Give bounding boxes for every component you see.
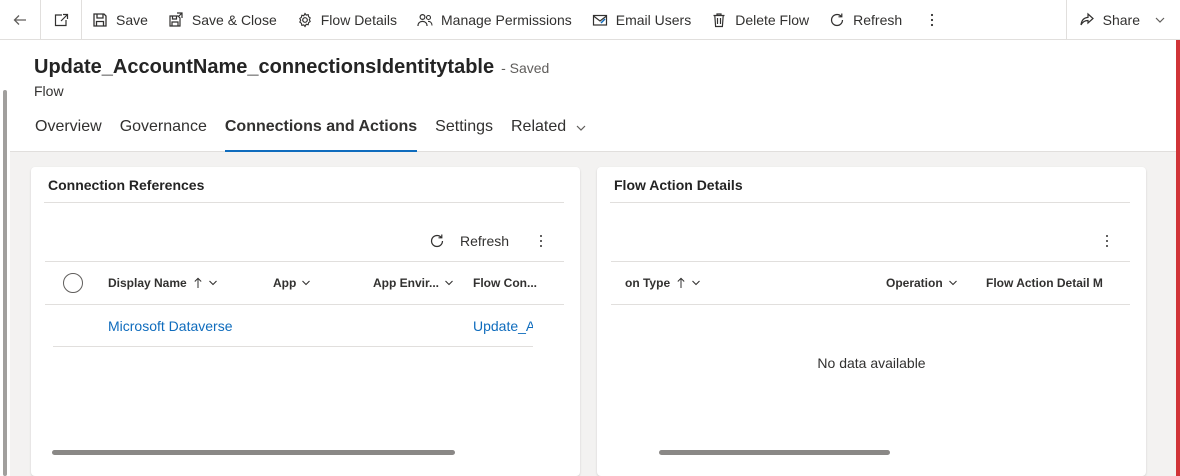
save-status: - Saved	[501, 60, 550, 76]
more-vertical-icon	[1106, 235, 1108, 247]
flow-details-button[interactable]: Flow Details	[287, 0, 407, 40]
tab-connections-and-actions[interactable]: Connections and Actions	[216, 114, 426, 152]
column-header-operation[interactable]: Operation	[886, 262, 958, 304]
tab-list: Overview Governance Connections and Acti…	[26, 114, 596, 152]
card-divider	[44, 202, 564, 203]
manage-permissions-label: Manage Permissions	[441, 11, 572, 28]
share-label: Share	[1102, 12, 1140, 28]
tab-related[interactable]: Related	[502, 114, 596, 152]
flow-connection-link[interactable]: Update_A	[473, 305, 533, 347]
tab-settings[interactable]: Settings	[426, 114, 502, 152]
delete-flow-button[interactable]: Delete Flow	[701, 0, 819, 40]
manage-permissions-button[interactable]: Manage Permissions	[407, 0, 582, 40]
page-scrollbar[interactable]	[0, 40, 10, 476]
column-header-label: App	[273, 276, 297, 290]
connection-references-title: Connection References	[48, 177, 205, 193]
column-header-app-environment[interactable]: App Envir...	[373, 262, 454, 304]
more-commands-button[interactable]	[912, 0, 952, 40]
select-all-radio	[63, 273, 83, 293]
open-in-new-window-icon	[54, 13, 69, 26]
select-all-checkbox[interactable]	[63, 262, 83, 304]
share-icon	[1080, 12, 1094, 26]
save-icon	[93, 12, 107, 27]
chevron-down-icon	[1155, 17, 1165, 23]
save-and-close-icon	[169, 11, 183, 27]
column-header-display-name[interactable]: Display Name	[108, 262, 218, 304]
column-header-label: Operation	[886, 276, 943, 290]
chevron-down-icon	[576, 125, 586, 131]
tab-governance[interactable]: Governance	[111, 114, 216, 152]
flow-details-label: Flow Details	[320, 11, 397, 28]
column-header-flow-connection[interactable]: Flow Con...	[473, 262, 537, 304]
email-users-button[interactable]: Email Users	[582, 0, 701, 40]
more-vertical-icon	[931, 13, 934, 26]
refresh-icon	[831, 13, 844, 26]
column-header-label: on Type	[625, 276, 671, 290]
open-in-new-window-button[interactable]	[41, 0, 81, 40]
share-button[interactable]: Share	[1065, 0, 1180, 40]
column-header-action-type[interactable]: on Type	[625, 262, 701, 304]
title-row: Update_AccountName_connectionsIdentityta…	[34, 56, 549, 79]
window-edge	[1176, 40, 1180, 476]
form-header: Update_AccountName_connectionsIdentityta…	[10, 40, 1176, 152]
email-icon	[592, 14, 607, 26]
grid-more-button[interactable]	[1099, 229, 1115, 253]
column-header-flow-action-detail[interactable]: Flow Action Detail M	[986, 262, 1103, 304]
display-name-link[interactable]: Microsoft Dataverse	[108, 305, 232, 347]
grid-header-row: Display Name App App Envir... Flow Con..…	[45, 261, 564, 305]
save-and-close-button[interactable]: Save & Close	[158, 0, 287, 40]
tab-overview[interactable]: Overview	[26, 114, 111, 152]
page-scrollbar-thumb[interactable]	[3, 90, 7, 476]
sort-ascending-icon	[677, 277, 685, 288]
flow-action-details-title: Flow Action Details	[614, 177, 743, 193]
column-header-label: App Envir...	[373, 276, 440, 290]
save-label: Save	[116, 11, 148, 28]
grid-refresh-button[interactable]: Refresh	[429, 229, 509, 253]
chevron-down-icon	[208, 280, 217, 286]
back-button[interactable]	[0, 0, 40, 40]
card-divider	[610, 202, 1130, 203]
people-icon	[417, 13, 433, 26]
connection-references-card: Connection References Refresh Display Na…	[31, 167, 580, 476]
chevron-down-icon	[302, 280, 311, 286]
horizontal-scrollbar[interactable]	[659, 450, 890, 455]
save-and-close-label: Save & Close	[191, 11, 277, 28]
page-title: Update_AccountName_connectionsIdentityta…	[34, 56, 495, 78]
email-users-label: Email Users	[615, 11, 692, 28]
delete-flow-label: Delete Flow	[735, 11, 810, 28]
grid-header-row: on Type Operation Flow Action Detail M	[611, 261, 1130, 305]
column-header-label: Flow Con...	[473, 276, 537, 290]
grid-refresh-label: Refresh	[460, 233, 510, 249]
refresh-icon	[430, 234, 444, 248]
chevron-down-icon	[692, 280, 701, 286]
column-header-label: Display Name	[108, 276, 187, 290]
grid-more-button[interactable]	[533, 229, 549, 253]
back-arrow-icon	[13, 14, 26, 25]
table-row[interactable]: Microsoft Dataverse Update_A	[53, 305, 533, 347]
column-header-app[interactable]: App	[273, 262, 311, 304]
chevron-down-icon	[445, 280, 453, 286]
empty-state-message: No data available	[817, 355, 926, 371]
more-vertical-icon	[540, 235, 542, 247]
entity-name: Flow	[34, 83, 64, 99]
refresh-label: Refresh	[853, 11, 903, 28]
chevron-down-icon	[948, 280, 957, 286]
trash-icon	[713, 12, 725, 27]
tab-related-label: Related	[510, 118, 567, 135]
flow-action-details-card: Flow Action Details on Type Operation Fl…	[597, 167, 1146, 476]
gear-icon	[298, 11, 311, 28]
column-header-label: Flow Action Detail M	[986, 276, 1103, 290]
sort-ascending-icon	[194, 277, 202, 288]
command-bar: Save Save & Close Flow Details Manage Pe…	[0, 0, 1180, 40]
horizontal-scrollbar[interactable]	[52, 450, 455, 455]
save-button[interactable]: Save	[82, 0, 158, 40]
refresh-button[interactable]: Refresh	[819, 0, 912, 40]
